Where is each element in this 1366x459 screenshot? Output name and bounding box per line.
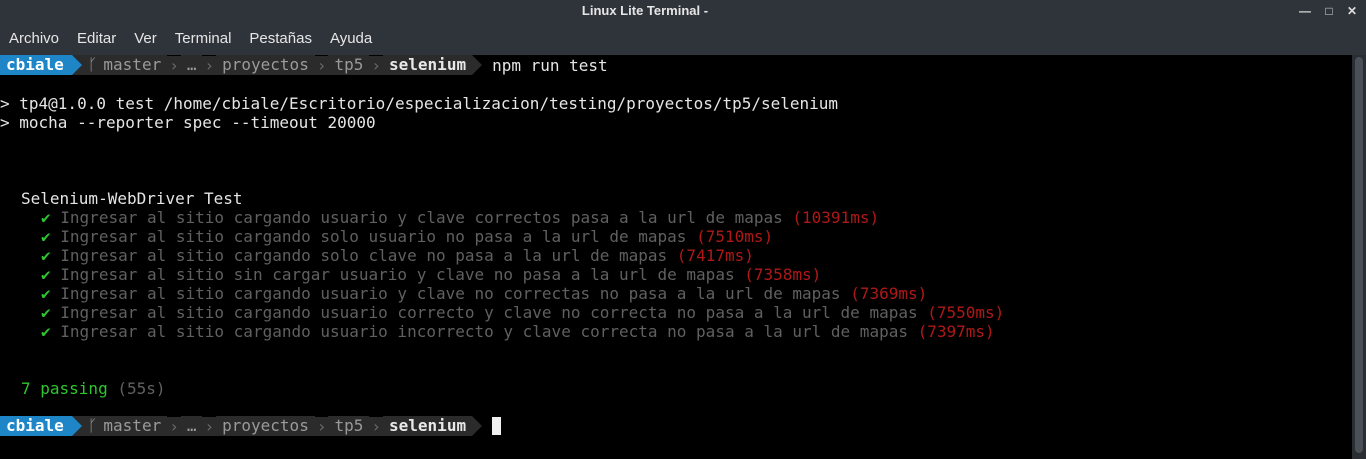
test-name: Ingresar al sitio cargando solo clave no… xyxy=(60,246,668,265)
prompt-separator: › xyxy=(202,55,217,75)
prompt-separator: › xyxy=(314,55,329,75)
prompt-user: cbiale xyxy=(0,416,72,436)
prompt-arrow xyxy=(472,55,483,75)
prompt-separator: › xyxy=(202,416,217,436)
check-icon: ✔ xyxy=(41,208,51,227)
passing-summary: 7 passing (55s) xyxy=(21,379,166,398)
test-name: Ingresar al sitio cargando usuario y cla… xyxy=(60,208,783,227)
prompt-line: cbiale ᚴ master › … › proyectos › tp5 › … xyxy=(0,416,502,436)
test-duration: (7510ms) xyxy=(696,227,774,246)
prompt-dir: proyectos xyxy=(216,55,315,75)
prompt-user: cbiale xyxy=(0,55,72,75)
test-name: Ingresar al sitio cargando usuario y cla… xyxy=(60,284,841,303)
prompt-current-dir: selenium xyxy=(383,55,473,75)
maximize-icon[interactable]: □ xyxy=(1320,2,1338,20)
menu-ayuda[interactable]: Ayuda xyxy=(321,30,381,47)
prompt-dir: tp5 xyxy=(328,416,370,436)
test-row: ✔ Ingresar al sitio cargando usuario cor… xyxy=(41,303,1004,322)
passing-count: 7 passing xyxy=(21,379,108,398)
test-duration: (7397ms) xyxy=(917,322,995,341)
passing-time: (55s) xyxy=(117,379,166,398)
check-icon: ✔ xyxy=(41,227,51,246)
git-branch-icon: ᚴ xyxy=(81,55,104,75)
prompt-line: cbiale ᚴ master › … › proyectos › tp5 › … xyxy=(0,55,608,75)
test-name: Ingresar al sitio cargando usuario incor… xyxy=(60,322,908,341)
check-icon: ✔ xyxy=(41,284,51,303)
scrollbar-thumb[interactable] xyxy=(1355,57,1363,453)
check-icon: ✔ xyxy=(41,246,51,265)
prompt-arrow xyxy=(71,416,82,436)
test-row: ✔ Ingresar al sitio cargando solo clave … xyxy=(41,246,754,265)
test-duration: (10391ms) xyxy=(792,208,880,227)
test-duration: (7550ms) xyxy=(927,303,1005,322)
test-row: ✔ Ingresar al sitio sin cargar usuario y… xyxy=(41,265,821,284)
window-title: Linux Lite Terminal - xyxy=(581,3,709,18)
menu-bar: Archivo Editar Ver Terminal Pestañas Ayu… xyxy=(0,22,1366,55)
output-line: > mocha --reporter spec --timeout 20000 xyxy=(0,113,376,132)
output-line: > tp4@1.0.0 test /home/cbiale/Escritorio… xyxy=(0,94,839,113)
command-text: npm run test xyxy=(492,55,608,75)
prompt-separator: › xyxy=(369,416,384,436)
prompt-separator: › xyxy=(167,55,181,75)
menu-archivo[interactable]: Archivo xyxy=(0,30,68,47)
prompt-current-dir: selenium xyxy=(383,416,473,436)
test-name: Ingresar al sitio cargando usuario corre… xyxy=(60,303,918,322)
prompt-arrow xyxy=(71,55,82,75)
close-icon[interactable]: ✕ xyxy=(1343,2,1361,20)
check-icon: ✔ xyxy=(41,322,51,341)
prompt-arrow xyxy=(472,416,483,436)
text-cursor xyxy=(492,417,502,435)
menu-editar[interactable]: Editar xyxy=(68,30,125,47)
title-bar: Linux Lite Terminal - — □ ✕ xyxy=(0,0,1366,22)
prompt-separator: › xyxy=(369,55,384,75)
test-duration: (7369ms) xyxy=(850,284,928,303)
test-row: ✔ Ingresar al sitio cargando usuario y c… xyxy=(41,284,927,303)
menu-ver[interactable]: Ver xyxy=(125,30,166,47)
test-name: Ingresar al sitio cargando solo usuario … xyxy=(60,227,687,246)
menu-terminal[interactable]: Terminal xyxy=(166,30,241,47)
suite-title: Selenium-WebDriver Test xyxy=(21,189,243,208)
test-duration: (7358ms) xyxy=(744,265,822,284)
prompt-separator: › xyxy=(314,416,329,436)
terminal-output[interactable]: cbiale ᚴ master › … › proyectos › tp5 › … xyxy=(0,55,1352,459)
minimize-icon[interactable]: — xyxy=(1296,2,1314,20)
test-duration: (7417ms) xyxy=(676,246,754,265)
test-row: ✔ Ingresar al sitio cargando solo usuari… xyxy=(41,227,773,246)
git-branch-icon: ᚴ xyxy=(81,416,104,436)
prompt-ellipsis: … xyxy=(180,416,203,436)
prompt-ellipsis: … xyxy=(180,55,203,75)
prompt-branch: master xyxy=(103,416,168,436)
test-row: ✔ Ingresar al sitio cargando usuario inc… xyxy=(41,322,995,341)
test-name: Ingresar al sitio sin cargar usuario y c… xyxy=(60,265,735,284)
prompt-dir: proyectos xyxy=(216,416,315,436)
check-icon: ✔ xyxy=(41,303,51,322)
prompt-dir: tp5 xyxy=(328,55,370,75)
check-icon: ✔ xyxy=(41,265,51,284)
prompt-branch: master xyxy=(103,55,168,75)
test-row: ✔ Ingresar al sitio cargando usuario y c… xyxy=(41,208,879,227)
menu-pestanas[interactable]: Pestañas xyxy=(240,30,321,47)
scrollbar[interactable] xyxy=(1352,55,1366,459)
prompt-separator: › xyxy=(167,416,181,436)
